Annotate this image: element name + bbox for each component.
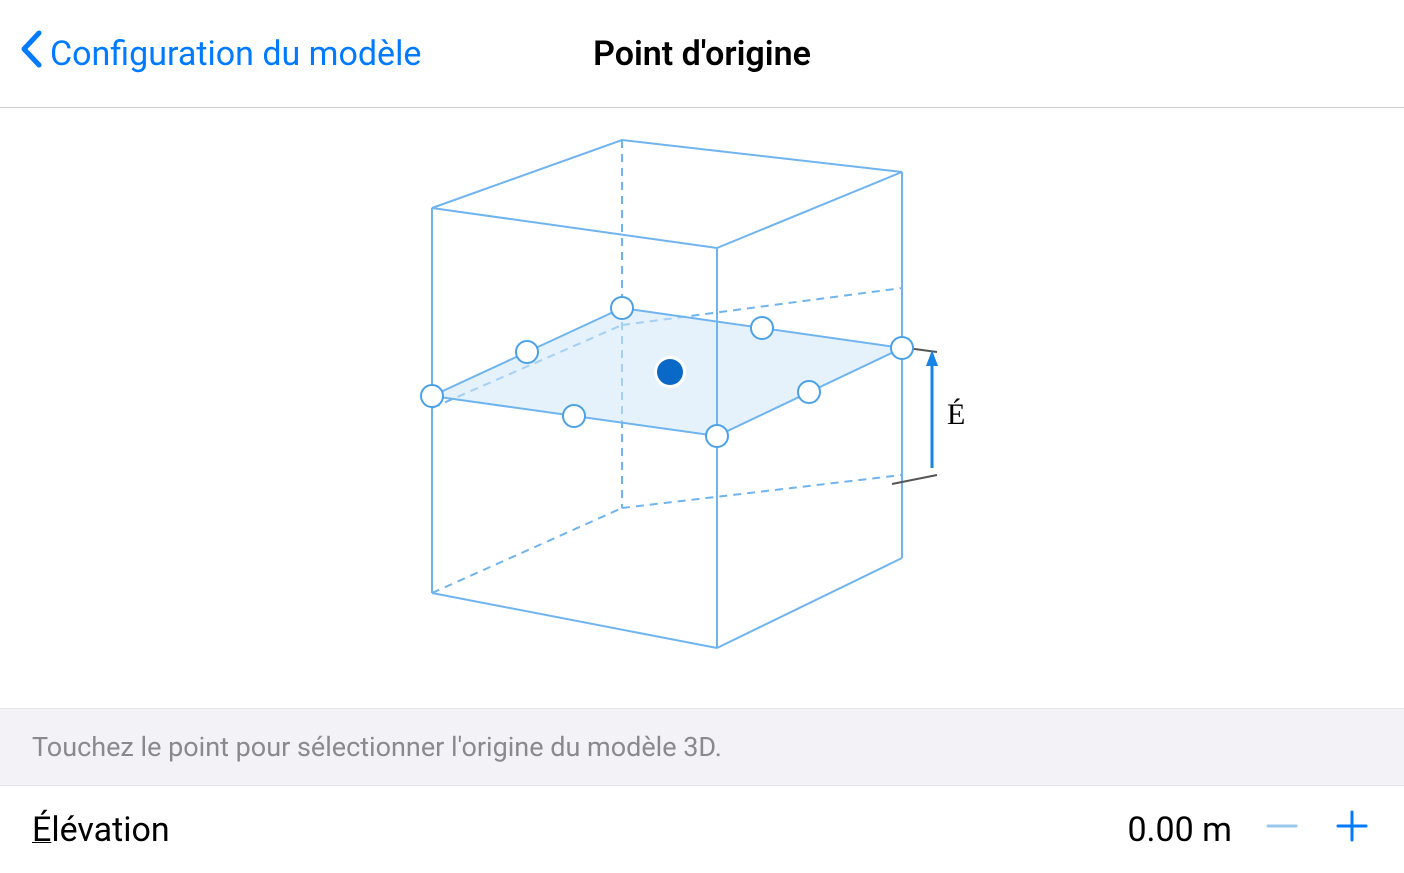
header-bar: Configuration du modèle Point d'origine [0, 0, 1404, 108]
elevation-stepper [1262, 806, 1372, 853]
elevation-row: Élévation 0.00 m [0, 786, 1404, 873]
back-label: Configuration du modèle [50, 34, 421, 74]
instruction-text: Touchez le point pour sélectionner l'ori… [0, 708, 1404, 786]
elevation-label: Élévation [32, 810, 1127, 850]
stepper-minus-button[interactable] [1262, 806, 1302, 853]
page-title: Point d'origine [593, 34, 811, 74]
back-button[interactable]: Configuration du modèle [0, 30, 421, 77]
stepper-plus-button[interactable] [1332, 806, 1372, 853]
elevation-marker-text: É [947, 398, 965, 431]
elevation-value: 0.00 m [1127, 810, 1232, 850]
chevron-left-icon [20, 30, 42, 77]
origin-diagram[interactable]: É [0, 108, 1404, 708]
